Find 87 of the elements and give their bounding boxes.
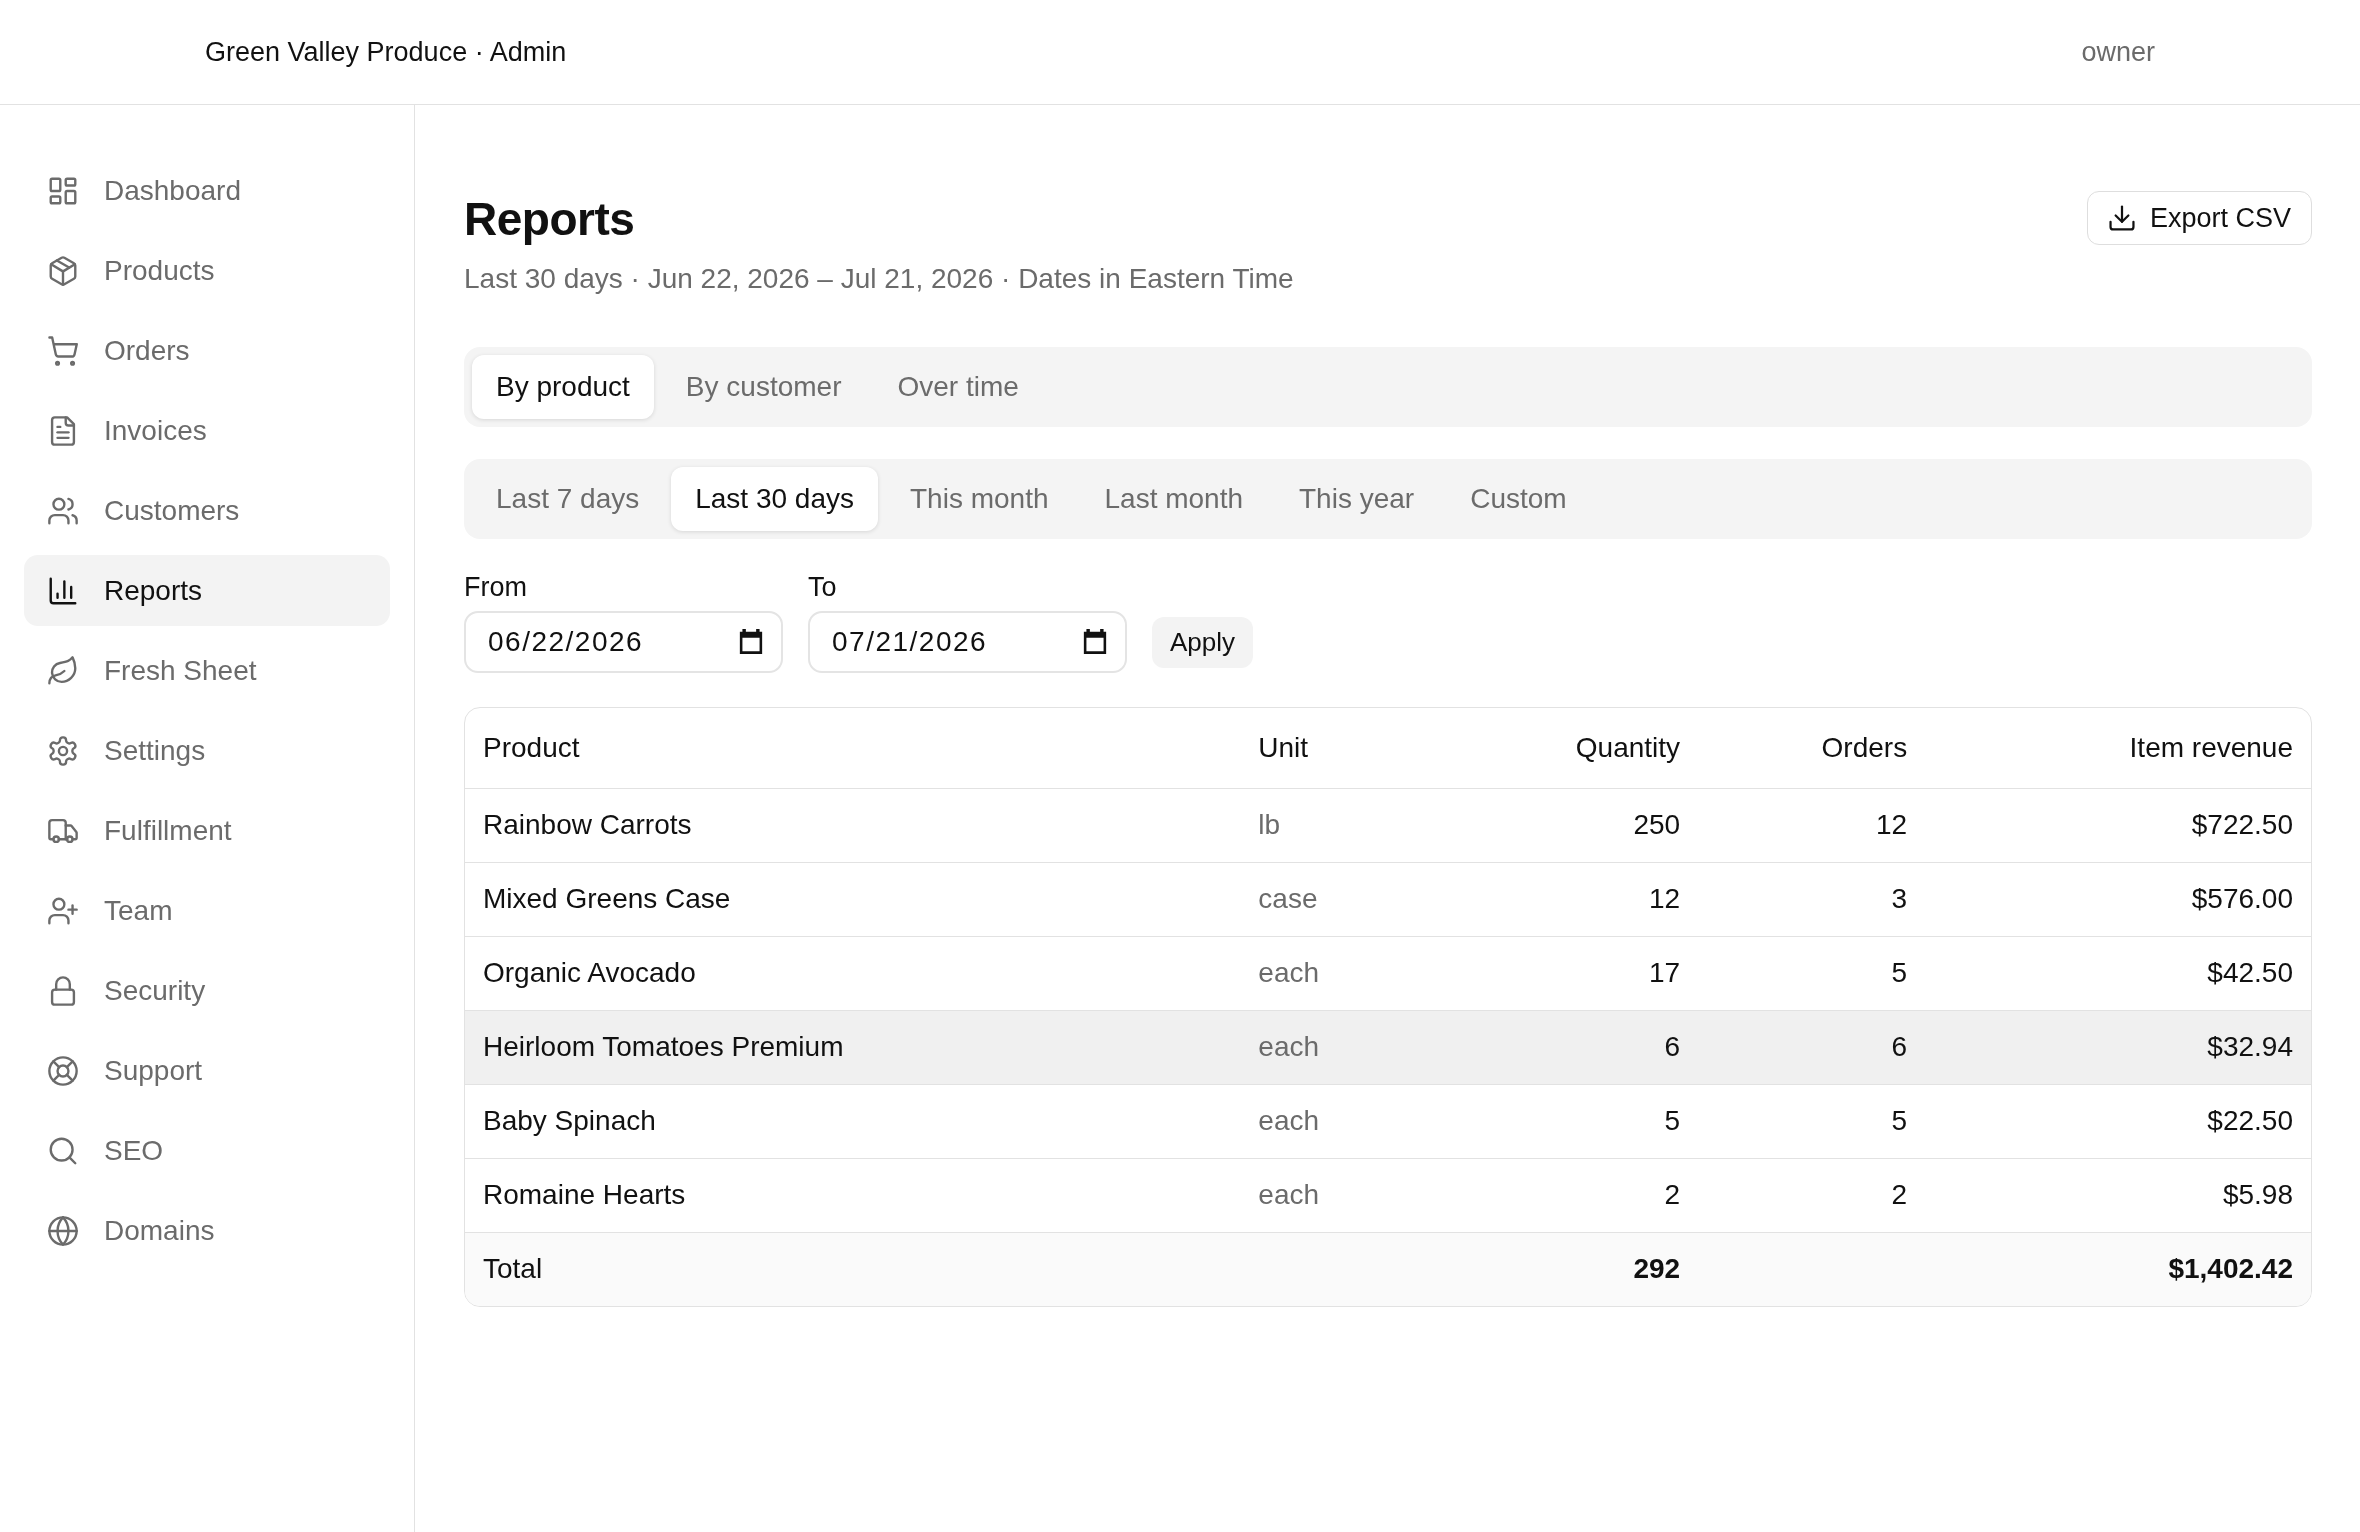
column-header: Orders (1821, 731, 1908, 763)
document-icon (48, 415, 78, 446)
view-tab[interactable]: By customer (661, 355, 866, 419)
globe-icon (48, 1215, 78, 1246)
unit-text: each (1258, 957, 1320, 988)
total-quantity: 292 (1633, 1253, 1681, 1285)
column-header: Product (483, 731, 580, 763)
leaf-icon (48, 655, 78, 686)
revenue-amount: $5.98 (2222, 1179, 2293, 1210)
page-title: Reports (464, 192, 635, 247)
unit-text: each (1258, 1031, 1320, 1062)
apply-button[interactable]: Apply (1152, 617, 1254, 668)
range-tab[interactable]: Last 7 days (472, 467, 664, 531)
quantity-value: 12 (1648, 883, 1681, 914)
quantity-value: 17 (1648, 957, 1681, 988)
revenue-amount: $722.50 (2191, 809, 2293, 840)
order-count: 6 (1891, 1031, 1908, 1062)
sidebar-item[interactable]: Support (24, 1035, 390, 1106)
revenue-amount: $576.00 (2191, 883, 2293, 914)
sidebar-item[interactable]: Fulfillment (24, 795, 390, 866)
date-field[interactable]: 06/22/2026 (464, 611, 783, 673)
grid-icon (48, 175, 78, 206)
user-role: owner (2081, 36, 2155, 68)
product-name: Mixed Greens Case (483, 883, 731, 914)
download-icon (2107, 204, 2136, 232)
sidebar-item[interactable]: Invoices (24, 395, 390, 466)
export-button[interactable]: Export CSV (2086, 191, 2312, 245)
range-tab[interactable]: This year (1275, 467, 1439, 531)
sidebar-item[interactable]: Settings (24, 715, 390, 786)
view-tab[interactable]: By product (472, 355, 654, 419)
app-title: Green Valley Produce · Admin (205, 36, 567, 68)
users-icon (48, 495, 78, 526)
revenue-amount: $42.50 (2207, 957, 2293, 988)
order-count: 12 (1876, 809, 1908, 840)
date-field[interactable]: 07/21/2026 (808, 611, 1127, 673)
view-tab[interactable]: Over time (873, 355, 1043, 419)
quantity-value: 6 (1664, 1031, 1681, 1062)
product-name: Heirloom Tomatoes Premium (483, 1031, 844, 1062)
order-count: 5 (1891, 957, 1908, 988)
unit-text: lb (1258, 809, 1281, 840)
settings-icon (48, 735, 78, 766)
cart-icon (48, 335, 78, 366)
column-header: Item revenue (2129, 731, 2293, 763)
total-label: Total (483, 1253, 543, 1285)
field-label: To (808, 571, 837, 603)
quantity-value: 250 (1633, 809, 1681, 840)
lifebuoy-icon (48, 1055, 78, 1086)
calendar-icon (739, 629, 763, 654)
page-subtitle: Last 30 days · Jun 22, 2026 – Jul 21, 2026 · Dates in Eastern Time (464, 262, 1294, 296)
search-icon (48, 1135, 78, 1166)
quantity-value: 2 (1664, 1179, 1681, 1210)
product-name: Organic Avocado (483, 957, 696, 988)
range-tab[interactable]: This month (886, 467, 1073, 531)
sidebar-item[interactable]: Fresh Sheet (24, 635, 390, 706)
user-plus-icon (48, 895, 78, 926)
sidebar-item[interactable]: Domains (24, 1195, 390, 1266)
range-tab[interactable]: Last month (1080, 467, 1267, 531)
calendar-icon (1083, 629, 1107, 654)
range-tab[interactable]: Custom (1446, 467, 1591, 531)
product-name: Baby Spinach (483, 1105, 656, 1136)
order-count: 5 (1891, 1105, 1908, 1136)
sidebar-item[interactable]: Orders (24, 315, 390, 386)
bar-chart-icon (48, 575, 78, 606)
product-name: Romaine Hearts (483, 1179, 686, 1210)
order-count: 2 (1891, 1179, 1908, 1210)
field-label: From (464, 571, 527, 603)
sidebar-item[interactable]: Customers (24, 475, 390, 546)
quantity-value: 5 (1664, 1105, 1681, 1136)
sidebar-item[interactable]: Dashboard (24, 155, 390, 226)
product-name: Rainbow Carrots (483, 809, 692, 840)
unit-text: case (1258, 883, 1318, 914)
package-icon (48, 255, 78, 286)
sidebar-item[interactable]: Security (24, 955, 390, 1026)
revenue-amount: $22.50 (2207, 1105, 2293, 1136)
unit-text: each (1258, 1105, 1320, 1136)
range-tab[interactable]: Last 30 days (671, 467, 878, 531)
order-count: 3 (1891, 883, 1908, 914)
sidebar-item[interactable]: Reports (24, 555, 390, 626)
revenue-amount: $32.94 (2207, 1031, 2293, 1062)
sidebar-item[interactable]: Products (24, 235, 390, 306)
column-header: Unit (1258, 731, 1309, 763)
sidebar-item[interactable]: Team (24, 875, 390, 946)
lock-icon (48, 975, 78, 1006)
sidebar-item[interactable]: SEO (24, 1115, 390, 1186)
unit-text: each (1258, 1179, 1320, 1210)
total-revenue: $1,402.42 (2168, 1253, 2293, 1285)
column-header: Quantity (1575, 731, 1681, 763)
